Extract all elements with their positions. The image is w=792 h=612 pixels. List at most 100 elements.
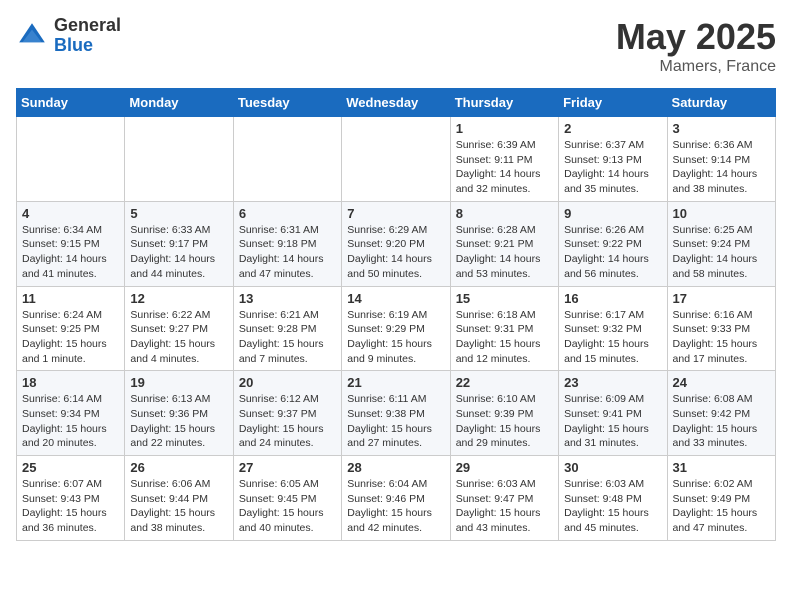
day-number: 5 [130,206,227,221]
day-info: Sunrise: 6:05 AMSunset: 9:45 PMDaylight:… [239,477,336,536]
logo-icon [16,20,48,52]
col-header-saturday: Saturday [667,89,775,117]
day-number: 1 [456,121,553,136]
calendar-week-4: 18 Sunrise: 6:14 AMSunset: 9:34 PMDayligh… [17,371,776,456]
calendar-cell: 31 Sunrise: 6:02 AMSunset: 9:49 PMDayligh… [667,456,775,541]
col-header-wednesday: Wednesday [342,89,450,117]
calendar-cell: 8 Sunrise: 6:28 AMSunset: 9:21 PMDaylight… [450,201,558,286]
calendar-table: SundayMondayTuesdayWednesdayThursdayFrid… [16,88,776,541]
calendar-cell: 18 Sunrise: 6:14 AMSunset: 9:34 PMDayligh… [17,371,125,456]
calendar-cell: 21Sunrise: 6:11 AMSunset: 9:38 PMDayligh… [342,371,450,456]
calendar-cell: 22Sunrise: 6:10 AMSunset: 9:39 PMDayligh… [450,371,558,456]
day-info: Sunrise: 6:26 AMSunset: 9:22 PMDaylight:… [564,223,661,282]
calendar-cell: 27 Sunrise: 6:05 AMSunset: 9:45 PMDayligh… [233,456,341,541]
calendar-cell: 16Sunrise: 6:17 AMSunset: 9:32 PMDayligh… [559,286,667,371]
col-header-friday: Friday [559,89,667,117]
calendar-week-5: 25 Sunrise: 6:07 AMSunset: 9:43 PMDayligh… [17,456,776,541]
calendar-cell: 26 Sunrise: 6:06 AMSunset: 9:44 PMDayligh… [125,456,233,541]
title-month: May 2025 [616,16,776,58]
calendar-cell: 25 Sunrise: 6:07 AMSunset: 9:43 PMDayligh… [17,456,125,541]
col-header-monday: Monday [125,89,233,117]
calendar-cell: 28 Sunrise: 6:04 AMSunset: 9:46 PMDayligh… [342,456,450,541]
day-number: 17 [673,291,770,306]
logo-blue: Blue [54,36,121,56]
day-number: 16 [564,291,661,306]
day-info: Sunrise: 6:36 AMSunset: 9:14 PMDaylight:… [673,138,770,197]
col-header-tuesday: Tuesday [233,89,341,117]
day-info: Sunrise: 6:31 AMSunset: 9:18 PMDaylight:… [239,223,336,282]
col-header-sunday: Sunday [17,89,125,117]
title-block: May 2025 Mamers, France [616,16,776,76]
day-info: Sunrise: 6:11 AMSunset: 9:38 PMDaylight:… [347,392,444,451]
day-number: 28 [347,460,444,475]
day-number: 18 [22,375,119,390]
calendar-cell: 24Sunrise: 6:08 AMSunset: 9:42 PMDayligh… [667,371,775,456]
calendar-cell [125,117,233,202]
day-number: 30 [564,460,661,475]
calendar-cell: 15 Sunrise: 6:18 AMSunset: 9:31 PMDayligh… [450,286,558,371]
calendar-cell: 20 Sunrise: 6:12 AMSunset: 9:37 PMDayligh… [233,371,341,456]
day-info: Sunrise: 6:13 AMSunset: 9:36 PMDaylight:… [130,392,227,451]
day-number: 25 [22,460,119,475]
day-info: Sunrise: 6:18 AMSunset: 9:31 PMDaylight:… [456,308,553,367]
day-info: Sunrise: 6:09 AMSunset: 9:41 PMDaylight:… [564,392,661,451]
calendar-week-3: 11 Sunrise: 6:24 AMSunset: 9:25 PMDayligh… [17,286,776,371]
day-info: Sunrise: 6:28 AMSunset: 9:21 PMDaylight:… [456,223,553,282]
day-info: Sunrise: 6:12 AMSunset: 9:37 PMDaylight:… [239,392,336,451]
calendar-cell [233,117,341,202]
calendar-cell: 7 Sunrise: 6:29 AMSunset: 9:20 PMDaylight… [342,201,450,286]
day-info: Sunrise: 6:22 AMSunset: 9:27 PMDaylight:… [130,308,227,367]
calendar-cell: 6 Sunrise: 6:31 AMSunset: 9:18 PMDaylight… [233,201,341,286]
day-info: Sunrise: 6:02 AMSunset: 9:49 PMDaylight:… [673,477,770,536]
day-info: Sunrise: 6:34 AMSunset: 9:15 PMDaylight:… [22,223,119,282]
calendar-cell: 11 Sunrise: 6:24 AMSunset: 9:25 PMDayligh… [17,286,125,371]
day-number: 12 [130,291,227,306]
day-number: 10 [673,206,770,221]
day-number: 24 [673,375,770,390]
day-info: Sunrise: 6:29 AMSunset: 9:20 PMDaylight:… [347,223,444,282]
calendar-cell: 29 Sunrise: 6:03 AMSunset: 9:47 PMDayligh… [450,456,558,541]
calendar-cell: 3 Sunrise: 6:36 AMSunset: 9:14 PMDaylight… [667,117,775,202]
day-number: 27 [239,460,336,475]
day-number: 11 [22,291,119,306]
logo: General Blue [16,16,121,56]
day-info: Sunrise: 6:06 AMSunset: 9:44 PMDaylight:… [130,477,227,536]
day-info: Sunrise: 6:14 AMSunset: 9:34 PMDaylight:… [22,392,119,451]
day-info: Sunrise: 6:37 AMSunset: 9:13 PMDaylight:… [564,138,661,197]
title-location: Mamers, France [616,58,776,76]
day-number: 3 [673,121,770,136]
day-number: 8 [456,206,553,221]
day-number: 15 [456,291,553,306]
day-number: 7 [347,206,444,221]
calendar-cell: 19 Sunrise: 6:13 AMSunset: 9:36 PMDayligh… [125,371,233,456]
day-number: 26 [130,460,227,475]
calendar-cell: 17 Sunrise: 6:16 AMSunset: 9:33 PMDayligh… [667,286,775,371]
day-number: 31 [673,460,770,475]
day-info: Sunrise: 6:24 AMSunset: 9:25 PMDaylight:… [22,308,119,367]
day-info: Sunrise: 6:39 AMSunset: 9:11 PMDaylight:… [456,138,553,197]
day-number: 13 [239,291,336,306]
day-info: Sunrise: 6:07 AMSunset: 9:43 PMDaylight:… [22,477,119,536]
day-number: 29 [456,460,553,475]
logo-text: General Blue [54,16,121,56]
day-number: 6 [239,206,336,221]
day-info: Sunrise: 6:04 AMSunset: 9:46 PMDaylight:… [347,477,444,536]
calendar-cell [17,117,125,202]
day-number: 9 [564,206,661,221]
day-number: 2 [564,121,661,136]
day-number: 4 [22,206,119,221]
day-number: 22 [456,375,553,390]
day-number: 19 [130,375,227,390]
logo-general: General [54,16,121,36]
day-info: Sunrise: 6:19 AMSunset: 9:29 PMDaylight:… [347,308,444,367]
calendar-cell: 9 Sunrise: 6:26 AMSunset: 9:22 PMDaylight… [559,201,667,286]
day-info: Sunrise: 6:03 AMSunset: 9:47 PMDaylight:… [456,477,553,536]
calendar-cell: 5Sunrise: 6:33 AMSunset: 9:17 PMDaylight… [125,201,233,286]
day-info: Sunrise: 6:21 AMSunset: 9:28 PMDaylight:… [239,308,336,367]
day-info: Sunrise: 6:16 AMSunset: 9:33 PMDaylight:… [673,308,770,367]
day-number: 20 [239,375,336,390]
day-info: Sunrise: 6:03 AMSunset: 9:48 PMDaylight:… [564,477,661,536]
day-number: 23 [564,375,661,390]
calendar-cell: 13 Sunrise: 6:21 AMSunset: 9:28 PMDayligh… [233,286,341,371]
calendar-cell: 23 Sunrise: 6:09 AMSunset: 9:41 PMDayligh… [559,371,667,456]
